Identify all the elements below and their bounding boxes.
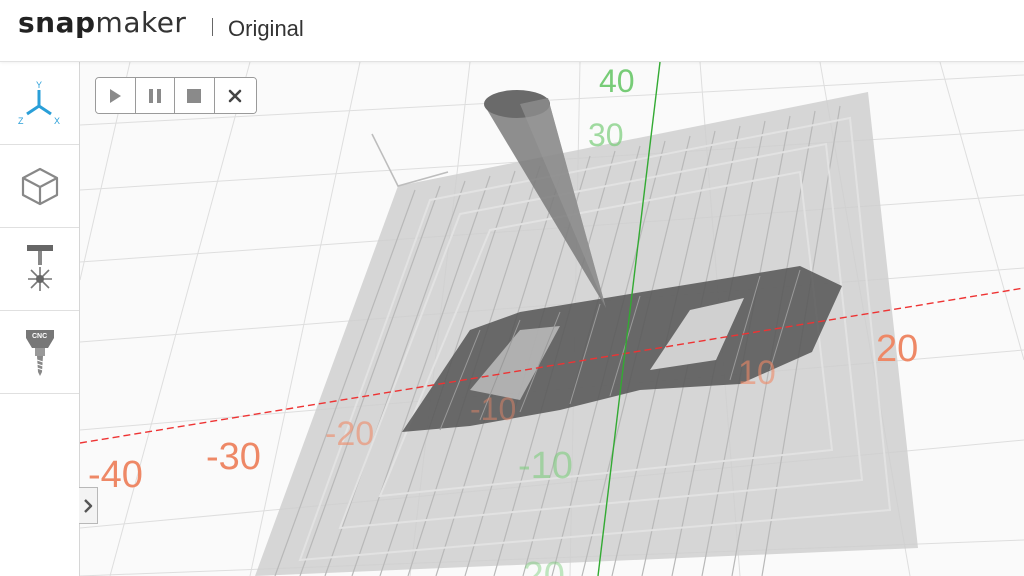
pause-icon — [148, 88, 161, 103]
app-header: snapmaker Original — [0, 0, 1024, 62]
x-label-neg30: -30 — [206, 436, 261, 478]
sidebar-item-3d-printing[interactable] — [0, 145, 79, 228]
close-icon — [228, 89, 242, 102]
pause-button[interactable] — [135, 78, 176, 113]
expand-panel-button[interactable] — [79, 487, 98, 524]
sidebar-item-laser[interactable] — [0, 228, 79, 311]
axis-x-label: X — [54, 116, 60, 126]
x-label-20: 20 — [876, 328, 918, 370]
cnc-label: CNC — [32, 333, 47, 340]
stop-icon — [187, 88, 202, 103]
y-label-30: 30 — [588, 117, 624, 153]
axis-z-label: Z — [18, 116, 24, 126]
chevron-right-icon — [84, 498, 93, 513]
page-title: Original — [228, 16, 304, 41]
origin-marker — [371, 133, 449, 187]
snapmaker-logo: snapmaker — [18, 6, 186, 39]
close-button[interactable] — [214, 78, 256, 113]
header-divider — [212, 18, 213, 36]
axis-y-label: Y — [36, 80, 42, 90]
logo-bold-text: snap — [18, 6, 96, 39]
scene-canvas[interactable]: -40 -30 -20 -10 10 20 40 30 -10 -20 — [80, 62, 1024, 576]
y-label-neg10: -10 — [518, 445, 573, 487]
x-label-10: 10 — [738, 354, 776, 392]
sidebar-item-axes[interactable]: Y Z X — [0, 62, 79, 145]
play-button[interactable] — [96, 78, 136, 113]
sidebar-item-cnc[interactable]: CNC — [0, 311, 79, 394]
laser-icon — [26, 245, 53, 291]
x-label-neg20: -20 — [325, 415, 374, 453]
cnc-icon: CNC — [25, 330, 54, 376]
stop-button[interactable] — [175, 78, 215, 113]
y-label-neg20: -20 — [510, 555, 565, 576]
axes-icon: Y Z X — [18, 80, 60, 126]
play-icon — [110, 88, 122, 103]
left-sidebar: Y Z X CNC — [0, 62, 80, 576]
x-label-neg10: -10 — [470, 391, 516, 427]
y-label-40: 40 — [599, 63, 635, 99]
playback-toolbar — [95, 77, 257, 114]
logo-light-text: maker — [95, 6, 187, 39]
cube-icon — [21, 167, 58, 206]
3d-viewport[interactable]: -40 -30 -20 -10 10 20 40 30 -10 -20 — [80, 62, 1024, 576]
